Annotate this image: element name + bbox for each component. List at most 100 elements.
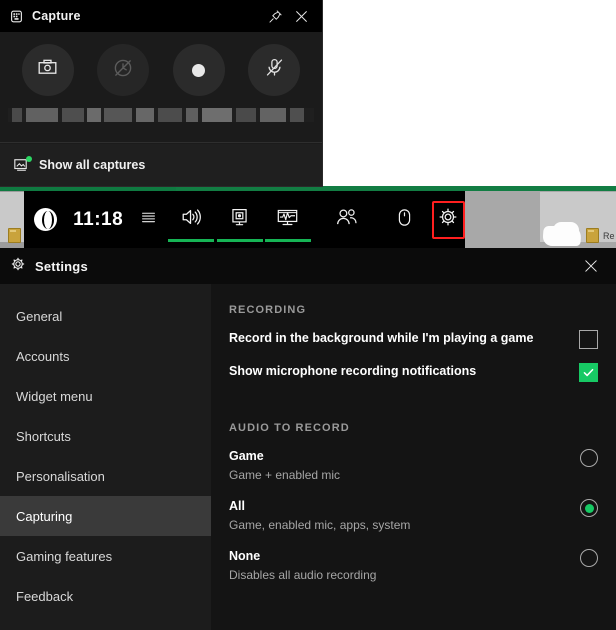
settings-title: Settings: [35, 258, 88, 274]
close-icon[interactable]: [288, 3, 314, 29]
widget-menu-icon: [140, 209, 157, 231]
pin-icon[interactable]: [262, 3, 288, 29]
sidebar-item-shortcuts[interactable]: Shortcuts: [0, 416, 211, 456]
volume-icon: [180, 206, 202, 233]
option-sublabel: Game, enabled mic, apps, system: [229, 518, 411, 532]
start-recording-button[interactable]: [172, 44, 225, 96]
record-last-slash-icon: [112, 57, 134, 84]
sidebar-item-gaming-features[interactable]: Gaming features: [0, 536, 211, 576]
settings-body: General Accounts Widget menu Shortcuts P…: [0, 284, 616, 630]
option-record-in-background[interactable]: Record in the background while I'm playi…: [229, 330, 616, 349]
sidebar-item-label: Personalisation: [16, 468, 105, 484]
toggle-mic-button[interactable]: [248, 44, 301, 96]
option-show-mic-notifications[interactable]: Show microphone recording notifications: [229, 363, 616, 382]
folder-icon: [8, 228, 21, 243]
new-capture-indicator: [26, 156, 32, 162]
clock-label: 11:18: [73, 208, 124, 230]
cursor-blob-top: [553, 222, 579, 232]
sidebar-item-widget-menu[interactable]: Widget menu: [0, 376, 211, 416]
settings-content: RECORDING Record in the background while…: [211, 284, 616, 630]
record-dot-icon: [192, 63, 206, 77]
folder-icon: [586, 228, 599, 243]
option-text: Record in the background while I'm playi…: [229, 330, 579, 346]
capture-widget-icon: [10, 10, 23, 23]
sidebar-item-capturing[interactable]: Capturing: [0, 496, 211, 536]
performance-widget-button[interactable]: [264, 191, 312, 248]
sidebar-item-personalisation[interactable]: Personalisation: [0, 456, 211, 496]
close-icon[interactable]: [576, 251, 606, 281]
section-title-recording: RECORDING: [229, 304, 307, 316]
option-label: Show microphone recording notifications: [229, 364, 477, 378]
capture-status-blurred: [8, 108, 314, 122]
settings-header: Settings: [0, 248, 616, 284]
show-all-captures-button[interactable]: Show all captures: [0, 144, 322, 186]
microphone-muted-icon: [264, 57, 285, 83]
show-all-captures-label: Show all captures: [39, 158, 146, 172]
camera-icon: [37, 57, 58, 83]
audio-widget-button[interactable]: [167, 191, 215, 248]
checkbox-record-in-background[interactable]: [579, 330, 598, 349]
desktop-file-right[interactable]: Re: [586, 228, 615, 243]
radio-audio-none[interactable]: [580, 549, 598, 567]
people-icon: [335, 207, 358, 232]
settings-button[interactable]: [431, 200, 465, 239]
capture-widget-active-indicator: [216, 239, 263, 242]
capture-monitor-icon: [229, 207, 250, 233]
xbox-logo-button[interactable]: [24, 191, 67, 248]
gear-icon: [438, 207, 458, 232]
option-label: Record in the background while I'm playi…: [229, 331, 534, 345]
sidebar-item-general[interactable]: General: [0, 296, 211, 336]
capture-widget-titlebar: Capture: [0, 0, 322, 32]
option-sublabel: Game + enabled mic: [229, 468, 341, 482]
capture-widget: Capture Show all captures: [0, 0, 322, 186]
section-title-audio-to-record: AUDIO TO RECORD: [229, 422, 350, 434]
performance-widget-active-indicator: [264, 239, 311, 242]
performance-monitor-icon: [276, 207, 299, 233]
sidebar-item-label: Capturing: [16, 508, 73, 524]
screenshot-button[interactable]: [21, 44, 74, 96]
option-text: Game Game + enabled mic: [229, 448, 580, 484]
option-audio-none[interactable]: None Disables all audio recording: [229, 548, 616, 584]
option-audio-all[interactable]: All Game, enabled mic, apps, system: [229, 498, 616, 534]
sidebar-item-accounts[interactable]: Accounts: [0, 336, 211, 376]
option-text: Show microphone recording notifications: [229, 363, 579, 379]
settings-overlay: Settings General Accounts Widget menu Sh…: [0, 248, 616, 630]
capture-widget-divider: [0, 142, 322, 143]
mouse-widget-button[interactable]: [381, 191, 428, 248]
desktop-file-right-label: Re: [603, 230, 615, 241]
record-last-30-seconds-button[interactable]: [97, 44, 150, 96]
sidebar-item-label: Gaming features: [16, 548, 113, 564]
widget-menu-button[interactable]: [129, 191, 167, 248]
radio-audio-all[interactable]: [580, 499, 598, 517]
option-label: Game: [229, 449, 264, 463]
mouse-icon: [396, 207, 413, 233]
checkbox-show-mic-notifications[interactable]: [579, 363, 598, 382]
option-label: All: [229, 499, 245, 513]
option-label: None: [229, 549, 261, 563]
screen-root: S Re Capture: [0, 0, 616, 630]
option-audio-game[interactable]: Game Game + enabled mic: [229, 448, 616, 484]
capture-widget-body: Show all captures: [0, 32, 322, 186]
capture-widget-button[interactable]: [215, 191, 263, 248]
capture-widget-title: Capture: [32, 9, 81, 23]
gallery-icon: [14, 156, 32, 172]
xbox-social-button[interactable]: [312, 191, 381, 248]
xbox-logo-icon: [34, 208, 58, 231]
sidebar-item-label: Accounts: [16, 348, 70, 364]
capture-buttons-row: [0, 32, 322, 104]
audio-widget-active-indicator: [168, 239, 215, 242]
option-text: All Game, enabled mic, apps, system: [229, 498, 580, 534]
settings-nav: General Accounts Widget menu Shortcuts P…: [0, 284, 211, 630]
option-sublabel: Disables all audio recording: [229, 568, 377, 582]
radio-audio-game[interactable]: [580, 449, 598, 467]
game-bar-clock: 11:18: [67, 191, 129, 248]
background-window: [320, 0, 616, 186]
game-bar: 11:18: [24, 191, 465, 248]
sidebar-item-label: Shortcuts: [16, 428, 71, 444]
gear-icon: [10, 256, 26, 277]
sidebar-item-label: Widget menu: [16, 388, 93, 404]
sidebar-item-feedback[interactable]: Feedback: [0, 576, 211, 616]
sidebar-item-label: General: [16, 308, 63, 324]
option-text: None Disables all audio recording: [229, 548, 580, 584]
